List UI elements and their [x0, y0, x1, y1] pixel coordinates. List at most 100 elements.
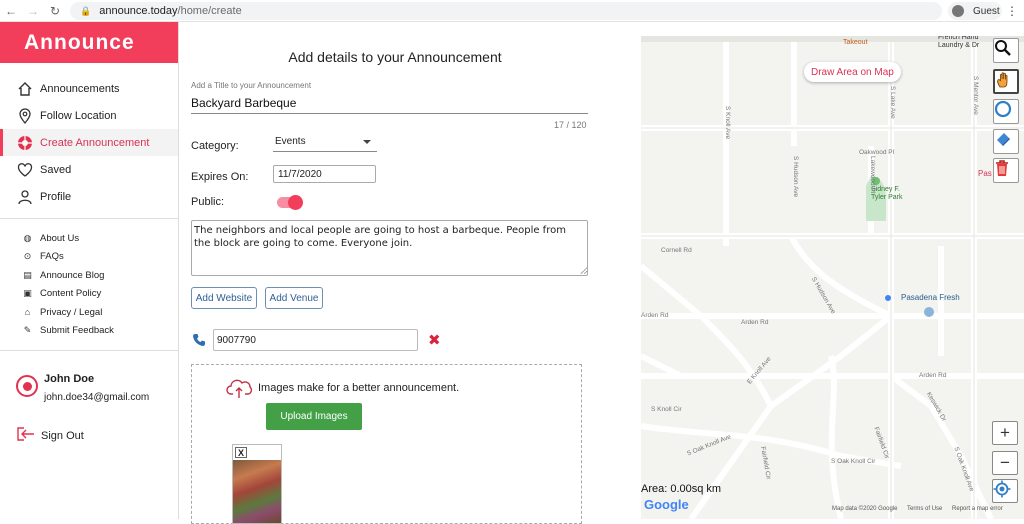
- zoom-in-button[interactable]: +: [992, 421, 1018, 445]
- remove-phone-icon[interactable]: ✖: [428, 331, 441, 349]
- main-nav: Announcements Follow Location Create Ann…: [0, 75, 178, 210]
- add-venue-button[interactable]: Add Venue: [265, 287, 323, 309]
- upload-images-button[interactable]: Upload Images: [266, 403, 362, 430]
- sub-label: About Us: [40, 232, 80, 244]
- guest-avatar-icon: [952, 5, 964, 17]
- create-announcement-form: Add details to your Announcement Add a T…: [180, 22, 640, 524]
- user-card: John Doe john.doe34@gmail.com: [0, 359, 178, 403]
- user-name: John Doe: [44, 373, 95, 385]
- street-label: Arden Rd: [741, 319, 769, 326]
- street-label: Lakewood Pl: [869, 156, 876, 194]
- expires-date-input[interactable]: [273, 165, 376, 183]
- map-poi-french-hand: French Hand Laundry & Dr: [938, 36, 980, 49]
- chevron-down-icon: [363, 139, 371, 144]
- title-char-counter: 17 / 120: [554, 120, 587, 130]
- create-icon: [16, 134, 34, 152]
- sign-out-label: Sign Out: [41, 429, 84, 442]
- address-bar[interactable]: 🔒 announce.today/home/create: [70, 2, 942, 20]
- description-textarea[interactable]: The neighbors and local people are going…: [191, 220, 588, 276]
- image-dropzone[interactable]: Images make for a better announcement. U…: [191, 364, 582, 524]
- remove-image-button[interactable]: X: [235, 447, 247, 458]
- policy-icon: ▣: [23, 288, 32, 299]
- back-icon[interactable]: ←: [0, 0, 22, 22]
- toggle-knob: [288, 195, 303, 210]
- nav-label: Saved: [40, 163, 72, 176]
- location-pin-icon: [16, 107, 34, 125]
- lock-icon: ⌂: [24, 307, 31, 318]
- google-logo: Google: [644, 497, 689, 512]
- page-title: Add details to your Announcement: [288, 49, 502, 65]
- url-host: announce.today: [99, 5, 178, 17]
- question-icon: ⊙: [23, 251, 32, 262]
- profile-label: Guest: [973, 5, 1000, 17]
- street-label: S Lake Ave: [889, 86, 896, 119]
- profile-button[interactable]: Guest: [948, 2, 1002, 20]
- nav-item-follow-location[interactable]: Follow Location: [0, 102, 178, 129]
- sign-out-button[interactable]: Sign Out: [0, 426, 178, 445]
- street-label: S Hudson Ave: [792, 156, 799, 198]
- globe-icon: ◍: [23, 232, 32, 243]
- sub-item-submit-feedback[interactable]: ✎ Submit Feedback: [0, 322, 178, 341]
- public-label: Public:: [191, 196, 225, 208]
- sub-item-faqs[interactable]: ⊙ FAQs: [0, 248, 178, 267]
- nav-item-saved[interactable]: Saved: [0, 156, 178, 183]
- category-label: Category:: [191, 140, 239, 152]
- sign-out-icon: [16, 426, 36, 445]
- title-input[interactable]: [191, 93, 588, 114]
- title-field-label: Add a Title to your Announcement: [191, 81, 312, 90]
- zoom-out-button[interactable]: −: [992, 451, 1018, 475]
- sidebar: Announce Announcements Follow Location C…: [0, 22, 179, 519]
- eraser-tool[interactable]: [993, 129, 1019, 154]
- public-toggle[interactable]: [277, 195, 303, 210]
- person-icon: [16, 188, 34, 206]
- area-readout: Area: 0.00sq km: [641, 483, 722, 495]
- nav-label: Announcements: [40, 82, 120, 95]
- secondary-nav: ◍ About Us ⊙ FAQs ▤ Announce Blog ▣ Content …: [0, 227, 178, 340]
- my-location-button[interactable]: [992, 479, 1018, 503]
- reload-icon[interactable]: ↻: [44, 0, 66, 22]
- sub-label: Privacy / Legal: [40, 306, 103, 318]
- resize-grip-icon[interactable]: [580, 267, 587, 274]
- browser-menu-icon[interactable]: ⋮: [1006, 2, 1018, 20]
- nav-item-profile[interactable]: Profile: [0, 183, 178, 210]
- map-poi-takeout: Takeout: [843, 39, 868, 46]
- expires-label: Expires On:: [191, 171, 249, 183]
- heart-icon: [16, 161, 34, 179]
- nav-item-announcements[interactable]: Announcements: [0, 75, 178, 102]
- street-label: S Mentor Ave: [972, 76, 979, 115]
- sub-item-announce-blog[interactable]: ▤ Announce Blog: [0, 266, 178, 285]
- terms-link[interactable]: Terms of Use: [907, 506, 942, 512]
- forward-icon[interactable]: →: [22, 0, 44, 22]
- feedback-icon: ✎: [23, 325, 32, 336]
- sub-label: Submit Feedback: [40, 325, 114, 337]
- category-select[interactable]: Events: [273, 132, 377, 152]
- map[interactable]: Takeout French Hand Laundry & Dr Sidney F…: [641, 36, 1024, 519]
- street-label: S Knoll Cir: [651, 406, 682, 413]
- sub-item-about-us[interactable]: ◍ About Us: [0, 229, 178, 248]
- map-poi-pasadena-fresh: Pasadena Fresh: [901, 293, 960, 302]
- circle-draw-tool[interactable]: [993, 99, 1019, 124]
- add-website-button[interactable]: Add Website: [191, 287, 257, 309]
- sub-label: Announce Blog: [40, 269, 105, 281]
- sub-label: FAQs: [40, 251, 64, 263]
- delete-tool[interactable]: [993, 158, 1019, 183]
- phone-icon: [192, 333, 206, 347]
- map-footer: Map data ©2020 Google Terms of Use Repor…: [832, 506, 1011, 512]
- home-icon: [16, 80, 34, 98]
- phone-input[interactable]: [213, 329, 418, 351]
- map-poi-pas: Pas: [978, 169, 992, 178]
- street-label: Cornell Rd: [661, 247, 692, 254]
- street-label: Oakwood Pl: [859, 149, 895, 156]
- draw-area-on-map-button[interactable]: Draw Area on Map: [804, 62, 901, 82]
- search-tool[interactable]: [993, 38, 1019, 63]
- app-logo[interactable]: Announce: [0, 22, 178, 63]
- images-prompt: Images make for a better announcement.: [258, 382, 460, 394]
- avatar-icon: [16, 375, 38, 397]
- report-map-error-link[interactable]: Report a map error: [952, 506, 1003, 512]
- sub-item-content-policy[interactable]: ▣ Content Policy: [0, 285, 178, 304]
- pan-tool[interactable]: [993, 69, 1019, 94]
- street-label: Arden Rd: [919, 372, 947, 379]
- sub-item-privacy-legal[interactable]: ⌂ Privacy / Legal: [0, 303, 178, 322]
- street-label: S Oak Knoll Cir: [831, 458, 876, 465]
- nav-item-create-announcement[interactable]: Create Announcement: [0, 129, 178, 156]
